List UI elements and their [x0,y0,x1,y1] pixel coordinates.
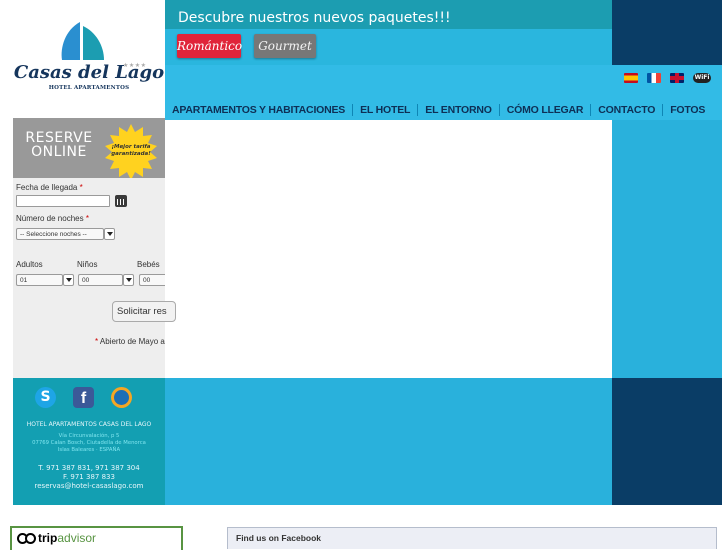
nav-contacto[interactable]: CONTACTO [598,104,655,116]
required-mark: * [79,183,83,192]
arrival-date-label-text: Fecha de llegada [16,183,78,192]
chevron-down-icon[interactable] [123,274,134,286]
gourmet-package-button[interactable]: Gourmet [254,34,316,58]
request-booking-button[interactable]: Solicitar res [112,301,176,322]
nav-separator [662,104,664,116]
logo-sail-icon [61,22,104,60]
babies-label: Bebés [137,260,160,269]
address-line: 07769 Calan Bosch, Ciutadella de Menorca [32,440,146,446]
season-note-text: Abierto de Mayo a [99,337,165,346]
best-rate-badge-text: ¡Mejor tarifa garantizada! [106,144,156,158]
nights-label: Número de noches * [16,214,89,223]
facebook-widget-title: Find us on Facebook [236,533,322,543]
wifi-icon: WiFi [693,73,711,83]
season-note: * Abierto de Mayo a [95,337,165,346]
social-links: S f [35,387,132,408]
nights-select[interactable]: -- Seleccione noches -- [16,228,104,240]
footer-middle-band [165,378,612,505]
required-mark: * [95,337,99,346]
reserve-title: RESERVE ONLINE [18,131,100,159]
nav-separator [590,104,592,116]
facebook-icon[interactable]: f [73,387,94,408]
logo-subtitle: HOTEL APARTAMENTOS [48,85,130,91]
nav-el-entorno[interactable]: EL ENTORNO [425,104,492,116]
nav-fotos[interactable]: FOTOS [670,104,705,116]
calendar-icon[interactable] [115,195,127,207]
chevron-down-icon[interactable] [63,274,74,286]
header-corner-block [612,0,722,65]
babies-select[interactable]: 00 [139,274,165,286]
nav-separator [498,104,500,116]
children-label: Niños [77,260,98,269]
address-line: Islas Baleares · ESPAÑA [57,447,121,453]
footer-hotel-name: HOTEL APARTAMENTOS CASAS DEL LAGO [26,421,152,428]
tripadvisor-advisor: advisor [57,531,97,545]
badge-line2: garantizada! [111,151,151,157]
promo-title: Descubre nuestros nuevos paquetes!!! [178,10,451,26]
spanish-flag-icon[interactable] [624,73,638,83]
nav-separator [352,104,354,116]
chevron-down-icon[interactable] [104,228,115,240]
footer-fax: F. 971 387 833 [63,473,115,481]
logo-stars: ★★★★ [123,62,147,69]
arrival-date-label: Fecha de llegada * [16,183,83,192]
badge-line1: ¡Mejor tarifa [111,144,151,150]
address-line: Vía Circunvalación, p 5 [58,433,120,439]
nav-como-llegar[interactable]: CÓMO LLEGAR [507,104,584,116]
tripadvisor-owl-icon [17,532,36,544]
adults-select[interactable]: 01 [16,274,63,286]
nav-el-hotel[interactable]: EL HOTEL [360,104,410,116]
main-nav: APARTAMENTOS Y HABITACIONES EL HOTEL EL … [172,103,705,117]
footer-contact: T. 971 387 831, 971 387 304 F. 971 387 8… [13,464,165,491]
footer-address: Vía Circunvalación, p 5 07769 Calan Bosc… [13,433,165,454]
right-column [612,120,722,378]
main-content [165,120,612,378]
thomas-cook-icon[interactable] [111,387,132,408]
uk-flag-icon[interactable] [670,73,684,83]
nights-label-text: Número de noches [16,214,84,223]
arrival-date-input[interactable] [16,195,110,207]
tripadvisor-trip: trip [38,531,58,545]
romantico-package-button[interactable]: Romántico [177,34,242,58]
required-mark: * [85,214,89,223]
skype-icon[interactable]: S [35,387,56,408]
footer-email[interactable]: reservas@hotel-casaslago.com [13,482,165,491]
children-select[interactable]: 00 [78,274,123,286]
reserve-title-line2: ONLINE [31,144,87,160]
tripadvisor-wordmark: tripadvisor [38,531,96,545]
french-flag-icon[interactable] [647,73,661,83]
language-selector: WiFi [624,73,711,85]
footer-phone: T. 971 387 831, 971 387 304 [38,464,140,472]
nav-apartamentos[interactable]: APARTAMENTOS Y HABITACIONES [172,104,345,116]
adults-label: Adultos [16,260,43,269]
nav-separator [417,104,419,116]
reserve-title-line1: RESERVE [25,130,93,146]
footer-corner-block [612,378,722,505]
tripadvisor-logo[interactable]: tripadvisor [17,531,96,545]
